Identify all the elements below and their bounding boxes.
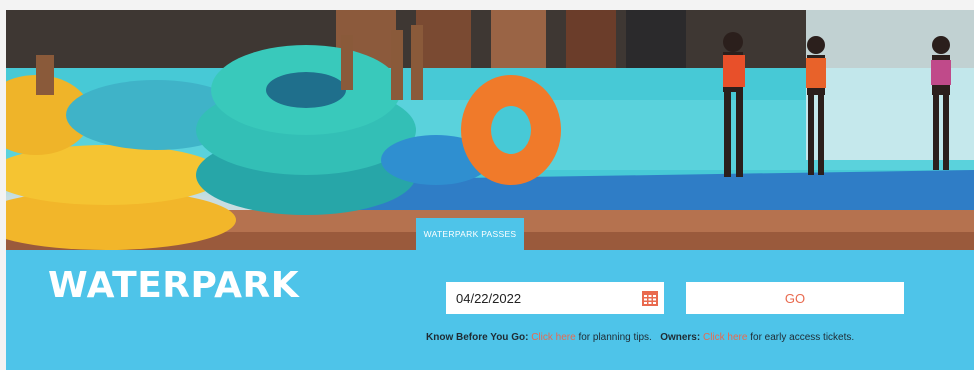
hero-illustration	[6, 10, 974, 250]
kbyg-text: for planning tips.	[578, 332, 652, 343]
page-frame: WATERPARK PASSES WATERPARK GO Know Befor…	[6, 10, 974, 370]
kbyg-label: Know Before You Go:	[426, 332, 529, 343]
hero-image: WATERPARK PASSES	[6, 10, 974, 250]
owners-label: Owners:	[660, 332, 701, 343]
planning-tips-link[interactable]: Click here	[531, 332, 575, 343]
date-input[interactable]	[446, 282, 664, 314]
early-access-link[interactable]: Click here	[703, 332, 747, 343]
page-title: WATERPARK	[48, 265, 300, 306]
owners-text: for early access tickets.	[750, 332, 855, 343]
info-line: Know Before You Go: Click here for plann…	[426, 332, 854, 343]
calendar-icon[interactable]	[642, 290, 658, 306]
tab-waterpark-passes[interactable]: WATERPARK PASSES	[416, 218, 524, 250]
go-button[interactable]: GO	[686, 282, 904, 314]
